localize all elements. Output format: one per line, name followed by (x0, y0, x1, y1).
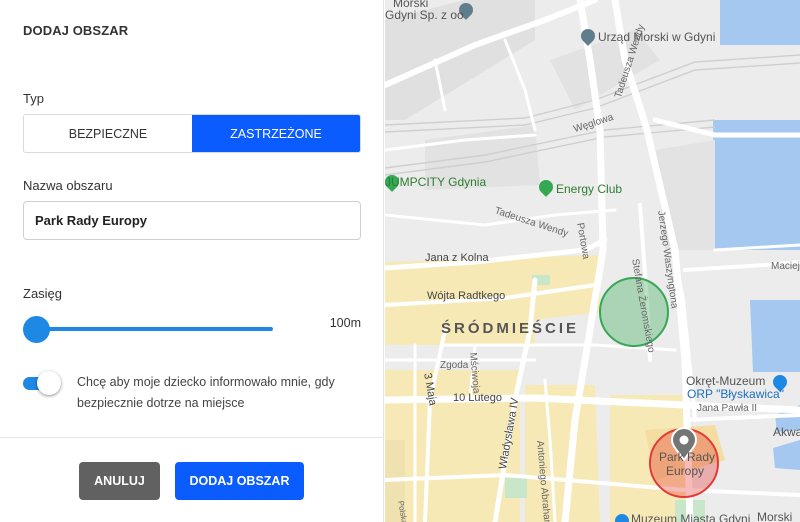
area-name-label: Nazwa obszaru (23, 178, 113, 193)
road-label-maciej: Macieje (771, 261, 800, 272)
add-area-button[interactable]: DODAJ OBSZAR (175, 462, 304, 500)
road-label-zgoda: Zgoda (440, 360, 469, 371)
map-label-company-line2: Gdyni Sp. z oo (385, 8, 464, 22)
range-slider-track[interactable] (31, 327, 273, 331)
road-label-radtkego: Wójta Radtkego (427, 290, 506, 302)
type-restricted-button[interactable]: ZASTRZEŻONE (192, 115, 360, 152)
map-label-orp: ORP "Błyskawica" (687, 387, 784, 401)
notify-toggle-knob[interactable] (37, 371, 61, 395)
range-label: Zasięg (23, 286, 63, 301)
map-label-district: ŚRÓDMIEŚCIE (441, 320, 580, 337)
map-label-park-line1: Park Rady (659, 450, 716, 464)
map-label-jumpcity: JUMPCITY Gdynia (385, 175, 487, 189)
cancel-button[interactable]: ANULUJ (79, 462, 160, 500)
area-name-input[interactable] (23, 201, 361, 240)
notify-text: Chcę aby moje dziecko informowało mnie, … (77, 375, 335, 410)
range-slider-thumb[interactable] (23, 316, 50, 343)
type-label: Typ (23, 91, 44, 106)
road-label-pawla: Jana Pawła II (697, 403, 758, 414)
type-segmented-control: BEZPIECZNE ZASTRZEŻONE (23, 114, 361, 153)
map-label-akwa: Akwa (773, 425, 800, 439)
map-label-urzad: Urząd Morski w Gdyni (598, 30, 716, 44)
map-label-morski: Morski (757, 510, 793, 522)
map-label-park-line2: Europy (666, 464, 705, 478)
type-safe-button[interactable]: BEZPIECZNE (24, 115, 192, 152)
footer-divider (0, 437, 384, 438)
range-value: 100m (329, 316, 361, 330)
road-label-10-lutego: 10 Lutego (453, 392, 502, 404)
range-slider[interactable] (23, 315, 273, 343)
notify-toggle[interactable] (23, 371, 61, 395)
map-label-muzeum: Muzeum Miasta Gdyni (631, 512, 751, 522)
map-view[interactable]: Morski Gdyni Sp. z oo Urząd Morski w Gdy… (385, 0, 800, 522)
add-area-panel: DODAJ OBSZAR Typ BEZPIECZNE ZASTRZEŻONE … (0, 0, 384, 522)
map-label-energy: Energy Club (556, 182, 623, 196)
panel-title: DODAJ OBSZAR (23, 23, 129, 38)
road-label-kolna: Jana z Kolna (425, 252, 489, 264)
map-label-okret: Okręt-Muzeum (686, 374, 766, 388)
